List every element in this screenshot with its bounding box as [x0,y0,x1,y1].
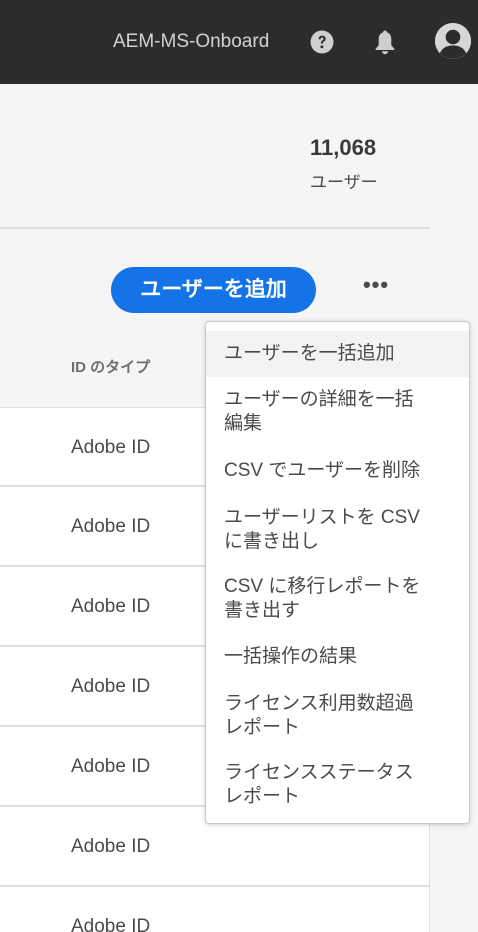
id-type-cell: Adobe ID [71,437,151,458]
menu-item-license-overage-report[interactable]: ライセンス利用数超過 レポート [206,692,469,740]
top-bar: AEM-MS-Onboard [0,0,478,84]
menu-item-remove-users-csv[interactable]: CSV でユーザーを削除 [206,459,469,483]
id-type-cell: Adobe ID [71,676,151,697]
user-count: 11,068 [310,135,377,160]
id-type-cell: Adobe ID [71,916,151,932]
user-count-label: ユーザー [310,173,378,192]
id-type-cell: Adobe ID [71,516,151,537]
menu-item-bulk-add-users[interactable]: ユーザーを一括追加 [206,331,469,377]
table-row[interactable]: Adobe ID [0,887,429,932]
menu-item-export-migration-report[interactable]: CSV に移行レポートを 書き出す [206,575,469,623]
id-type-cell: Adobe ID [71,836,151,857]
menu-item-export-users-csv[interactable]: ユーザーリストを CSV に書き出し [206,506,469,554]
avatar-icon[interactable] [435,23,471,59]
more-actions-menu: ユーザーを一括追加 ユーザーの詳細を一括 編集 CSV でユーザーを削除 ユーザ… [205,321,470,824]
id-type-cell: Adobe ID [71,756,151,777]
add-user-button[interactable]: ユーザーを追加 [111,267,316,313]
id-type-cell: Adobe ID [71,596,151,617]
column-header-id-type[interactable]: ID のタイプ [71,356,150,377]
menu-item-license-status-report[interactable]: ライセンスステータス レポート [206,761,469,809]
menu-item-bulk-edit-users[interactable]: ユーザーの詳細を一括 編集 [206,388,469,436]
help-icon[interactable] [310,30,334,54]
bell-icon[interactable] [372,28,398,56]
org-switcher[interactable]: AEM-MS-Onboard [113,31,269,53]
divider [0,227,430,229]
more-actions-button[interactable]: ••• [358,274,394,303]
menu-item-bulk-operation-results[interactable]: 一括操作の結果 [206,645,469,669]
